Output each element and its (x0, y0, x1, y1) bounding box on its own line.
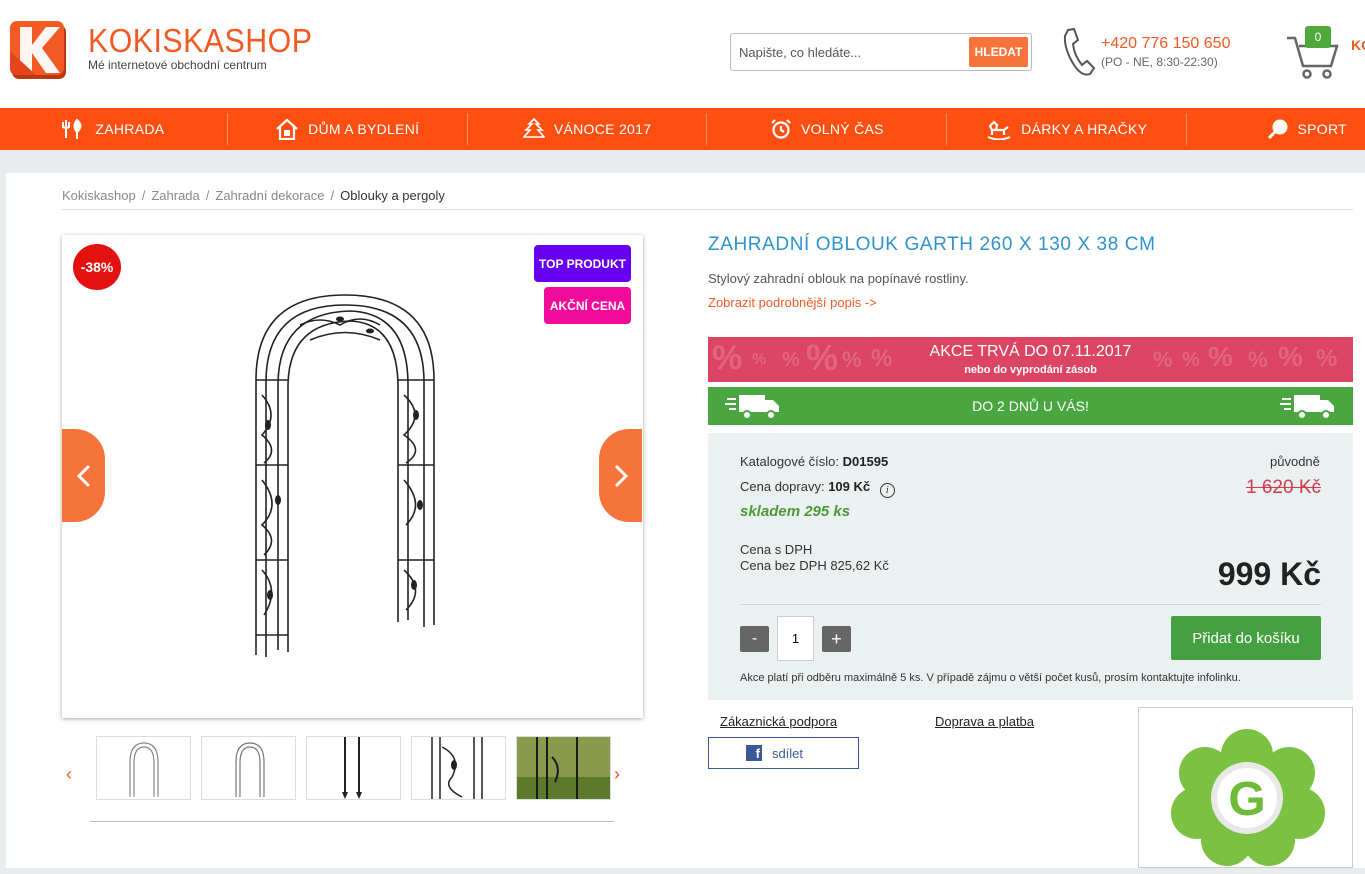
breadcrumb-separator: / (141, 188, 146, 203)
ping-pong-icon (1267, 119, 1288, 140)
breadcrumb-separator: / (205, 188, 210, 203)
vat-info: Cena s DPH Cena bez DPH 825,62 Kč (740, 542, 889, 574)
facebook-share-button[interactable]: f sdílet (708, 737, 859, 769)
breadcrumb-current: Oblouky a pergoly (340, 188, 445, 203)
nav-label: SPORT (1297, 121, 1348, 137)
promo-title: AKCE TRVÁ DO 07.11.2017 (929, 343, 1132, 360)
svg-text:G: G (1228, 773, 1265, 826)
thumbnail-5[interactable] (516, 736, 611, 800)
phone-hours: (PO - NE, 8:30-22:30) (1101, 55, 1218, 69)
nav-label: ZAHRADA (95, 121, 165, 137)
vat-excluded-price: Cena bez DPH 825,62 Kč (740, 558, 889, 573)
promo-subtitle: nebo do vyprodání zásob (964, 364, 1097, 376)
sale-price-tag: AKČNÍ CENA (544, 287, 631, 324)
nav-label: VOLNÝ ČAS (800, 121, 884, 137)
search-input[interactable] (739, 34, 964, 70)
share-label: sdílet (771, 745, 804, 761)
breadcrumb-link-zahrada[interactable]: Zahrada (151, 188, 199, 203)
chevron-left-icon (76, 464, 90, 487)
nav-item-zahrada[interactable]: ZAHRADA (0, 108, 227, 150)
nav-label: VÁNOCE 2017 (553, 121, 652, 137)
more-description-link[interactable]: Zobrazit podrobnější popis -> (708, 295, 877, 310)
original-price-label: původně (1270, 454, 1320, 469)
quantity-input[interactable] (777, 616, 814, 661)
product-title: ZAHRADNÍ OBLOUK GARTH 260 X 130 X 38 CM (708, 234, 1156, 255)
nav-item-volny-cas[interactable]: VOLNÝ ČAS (707, 108, 946, 150)
purchase-limit-note: Akce platí při odběru maximálně 5 ks. V … (740, 672, 1241, 684)
cart-count-badge: 0 (1305, 26, 1331, 48)
nav-item-darky[interactable]: DÁRKY A HRAČKY (947, 108, 1186, 150)
catalog-label: Katalogové číslo: (740, 454, 840, 469)
cart-label[interactable]: KO (1351, 37, 1365, 53)
nav-item-sport[interactable]: SPORT (1187, 108, 1365, 150)
shipping-price: 109 Kč (828, 479, 871, 494)
christmas-tree-icon (522, 118, 545, 138)
gallery-next-button[interactable] (599, 429, 642, 522)
shop-logo-icon[interactable] (10, 21, 66, 79)
phone-icon (1063, 27, 1096, 76)
vat-included-label: Cena s DPH (740, 542, 813, 557)
main-nav: ZAHRADA DŮM A BYDLENÍ VÁNOCE 2017 VOLNÝ … (0, 108, 1365, 150)
promo-banner: % % % % % % % % % % % % AKCE TRVÁ DO 07.… (708, 337, 1353, 382)
breadcrumb-link-dekorace[interactable]: Zahradní dekorace (215, 188, 324, 203)
house-icon (276, 118, 298, 140)
thumbnail-1[interactable] (96, 736, 191, 800)
product-subtitle: Stylový zahradní oblouk na popínavé rost… (708, 271, 969, 286)
flower-g-logo-icon: G (1171, 729, 1325, 866)
catalog-number: D01595 (842, 454, 889, 469)
thumbnail-strip (62, 736, 643, 802)
gallery-prev-button[interactable] (62, 429, 105, 522)
shipping-label: Cena dopravy: (740, 479, 825, 494)
delivery-truck-icon (725, 395, 779, 420)
search-button[interactable]: HLEDAT (969, 37, 1028, 67)
nav-item-dum[interactable]: DŮM A BYDLENÍ (228, 108, 467, 150)
facebook-icon: f (745, 745, 762, 761)
current-price: 999 Kč (1217, 556, 1321, 592)
shipping-banner-text: DO 2 DNŮ U VÁS! (972, 398, 1089, 414)
thumbnail-divider (90, 821, 614, 822)
nav-item-vanoce[interactable]: VÁNOCE 2017 (468, 108, 707, 150)
nav-label: DŮM A BYDLENÍ (308, 121, 420, 137)
breadcrumb-divider (62, 209, 1353, 210)
shop-tagline: Mé internetové obchodní centrum (88, 58, 267, 72)
price-divider (740, 604, 1321, 605)
garden-tools-icon (62, 118, 82, 139)
alarm-clock-icon (771, 119, 791, 139)
nav-label: DÁRKY A HRAČKY (1021, 121, 1148, 137)
top-product-tag: TOP PRODUKT (534, 245, 631, 282)
stock-status: skladem 295 ks (740, 503, 851, 520)
original-price: 1 620 Kč (1246, 477, 1321, 498)
info-icon[interactable]: i (879, 483, 895, 498)
shop-name[interactable]: KOKISKASHOP (88, 22, 312, 60)
shipping-price-row: Cena dopravy: 109 Kč i (740, 479, 895, 498)
trust-badge[interactable]: G (1138, 707, 1353, 868)
add-to-cart-button[interactable]: Přidat do košíku (1171, 616, 1321, 660)
site-header: KOKISKASHOP Mé internetové obchodní cent… (0, 0, 1365, 108)
shipping-banner: DO 2 DNŮ U VÁS! (708, 387, 1353, 425)
customer-support-link[interactable]: Zákaznická podpora (720, 714, 837, 729)
discount-badge: -38% (73, 244, 121, 290)
thumbnail-2[interactable] (201, 736, 296, 800)
delivery-truck-icon (1280, 395, 1334, 420)
breadcrumb-link-home[interactable]: Kokiskashop (62, 188, 136, 203)
quantity-decrease-button[interactable]: - (740, 626, 769, 652)
rocking-horse-icon (987, 120, 1011, 140)
delivery-payment-link[interactable]: Doprava a platba (935, 714, 1034, 729)
catalog-number-row: Katalogové číslo: D01595 (740, 454, 888, 469)
search-bar: HLEDAT (730, 33, 1032, 71)
thumbnail-3[interactable] (306, 736, 401, 800)
quantity-increase-button[interactable]: + (822, 626, 851, 652)
phone-number[interactable]: +420 776 150 650 (1101, 35, 1230, 53)
chevron-right-icon (614, 464, 628, 487)
breadcrumb: Kokiskashop / Zahrada / Zahradní dekorac… (62, 188, 445, 203)
breadcrumb-separator: / (330, 188, 335, 203)
garden-arch-image (255, 294, 435, 657)
thumbnail-4[interactable] (411, 736, 506, 800)
